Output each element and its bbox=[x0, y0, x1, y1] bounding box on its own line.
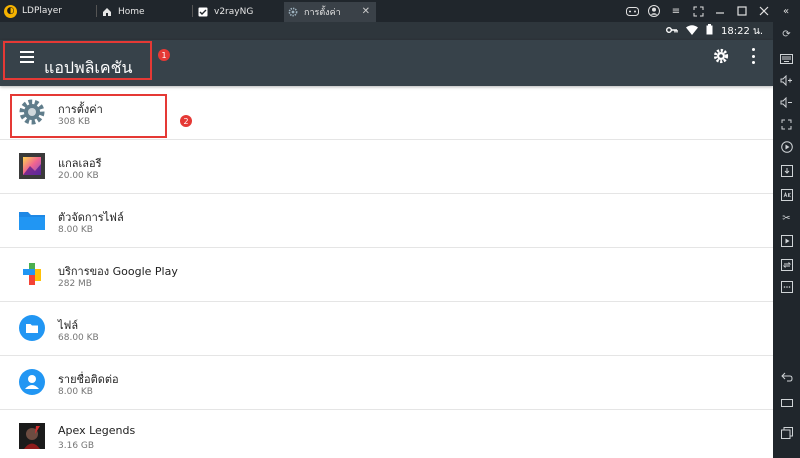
tab-separator bbox=[96, 5, 97, 17]
app-size: 282 MB bbox=[58, 279, 92, 289]
more-vert-icon[interactable] bbox=[751, 48, 755, 64]
brand: ◐ LDPlayer bbox=[4, 3, 62, 19]
more-horiz-icon[interactable] bbox=[780, 280, 793, 293]
home-icon[interactable] bbox=[780, 396, 793, 409]
recent-apps-icon[interactable] bbox=[780, 426, 793, 439]
google-play-services-icon bbox=[18, 260, 46, 288]
maximize-icon[interactable] bbox=[734, 3, 750, 19]
annotation-badge: 1 bbox=[158, 49, 170, 61]
tab-label: Home bbox=[118, 7, 145, 17]
app-size: 68.00 KB bbox=[58, 333, 99, 343]
app-name: บริการของ Google Play bbox=[58, 265, 178, 278]
key-icon bbox=[665, 25, 678, 38]
app-name: ไฟล์ bbox=[58, 319, 79, 332]
emulator-sidebar: ⟳ ✂ bbox=[773, 22, 800, 458]
highlight-box-settings bbox=[10, 94, 167, 138]
app-name: ตัวจัดการไฟล์ bbox=[58, 211, 124, 224]
minimize-icon[interactable] bbox=[712, 3, 728, 19]
menu-icon[interactable]: ≡ bbox=[668, 3, 684, 19]
tab-label: การตั้งค่า bbox=[304, 8, 341, 18]
app-size: 8.00 KB bbox=[58, 387, 93, 397]
list-item[interactable]: Apex Legends 3.16 GB bbox=[0, 410, 773, 458]
back-icon[interactable] bbox=[780, 370, 793, 383]
list-item[interactable]: แกลเลอรี 20.00 KB bbox=[0, 140, 773, 194]
status-icons: 18:22 น. bbox=[665, 24, 763, 38]
settings-gear-icon[interactable] bbox=[713, 48, 729, 64]
install-apk-icon[interactable] bbox=[780, 164, 793, 177]
highlight-box-title bbox=[3, 41, 152, 80]
wifi-icon bbox=[685, 24, 698, 38]
app-name: แกลเลอรี bbox=[58, 157, 102, 170]
close-icon[interactable] bbox=[756, 3, 772, 19]
app-size: 8.00 KB bbox=[58, 225, 93, 235]
resize-icon[interactable] bbox=[780, 118, 793, 131]
account-icon[interactable] bbox=[646, 3, 662, 19]
video-icon[interactable] bbox=[780, 234, 793, 247]
sync-window-icon[interactable] bbox=[780, 258, 793, 271]
v2rayng-icon bbox=[198, 7, 208, 17]
annotation-badge: 2 bbox=[180, 115, 192, 127]
list-item[interactable]: ไฟล์ 68.00 KB bbox=[0, 302, 773, 356]
gamepad-icon[interactable] bbox=[624, 3, 640, 19]
collapse-icon[interactable]: « bbox=[778, 3, 794, 19]
list-item[interactable]: บริการของ Google Play 282 MB bbox=[0, 248, 773, 302]
brand-label: LDPlayer bbox=[22, 6, 62, 16]
app-list: การตั้งค่า 308 KB แกลเลอรี 20.00 KB ตัวจ… bbox=[0, 86, 773, 458]
android-statusbar: 18:22 น. bbox=[0, 22, 773, 40]
tab-label: v2rayNG bbox=[214, 7, 254, 17]
fullscreen-icon[interactable] bbox=[690, 3, 706, 19]
status-time: 18:22 น. bbox=[720, 25, 763, 37]
list-item[interactable]: ตัวจัดการไฟล์ 8.00 KB bbox=[0, 194, 773, 248]
apex-legends-icon bbox=[18, 422, 46, 450]
window-titlebar: ◐ LDPlayer Home v2rayNG การตั้งค่า ✕ ≡ « bbox=[0, 0, 800, 22]
tab-v2rayng[interactable]: v2rayNG bbox=[194, 2, 282, 22]
app-name: รายชื่อติดต่อ bbox=[58, 373, 119, 386]
contacts-icon bbox=[18, 368, 46, 396]
tab-home[interactable]: Home bbox=[98, 2, 190, 22]
settings-gear-icon bbox=[288, 7, 298, 17]
folder-icon bbox=[18, 206, 46, 234]
gallery-icon bbox=[18, 152, 46, 180]
home-icon bbox=[102, 7, 112, 17]
tab-close-icon[interactable]: ✕ bbox=[362, 6, 370, 17]
files-icon bbox=[18, 314, 46, 342]
app-name: Apex Legends bbox=[58, 424, 136, 437]
keyboard-icon[interactable] bbox=[780, 52, 793, 65]
sync-icon[interactable]: ⟳ bbox=[780, 28, 793, 41]
app-size: 20.00 KB bbox=[58, 171, 99, 181]
tab-separator bbox=[192, 5, 193, 17]
ldplayer-logo-icon: ◐ bbox=[4, 4, 17, 18]
record-icon[interactable] bbox=[780, 140, 793, 153]
scissors-icon[interactable]: ✂ bbox=[780, 212, 793, 225]
tab-settings[interactable]: การตั้งค่า ✕ bbox=[284, 2, 376, 22]
list-item[interactable]: รายชื่อติดต่อ 8.00 KB bbox=[0, 356, 773, 410]
battery-icon bbox=[706, 24, 713, 38]
app-size: 3.16 GB bbox=[58, 441, 95, 451]
apk-icon[interactable] bbox=[780, 188, 793, 201]
volume-up-icon[interactable] bbox=[780, 74, 793, 87]
volume-down-icon[interactable] bbox=[780, 96, 793, 109]
